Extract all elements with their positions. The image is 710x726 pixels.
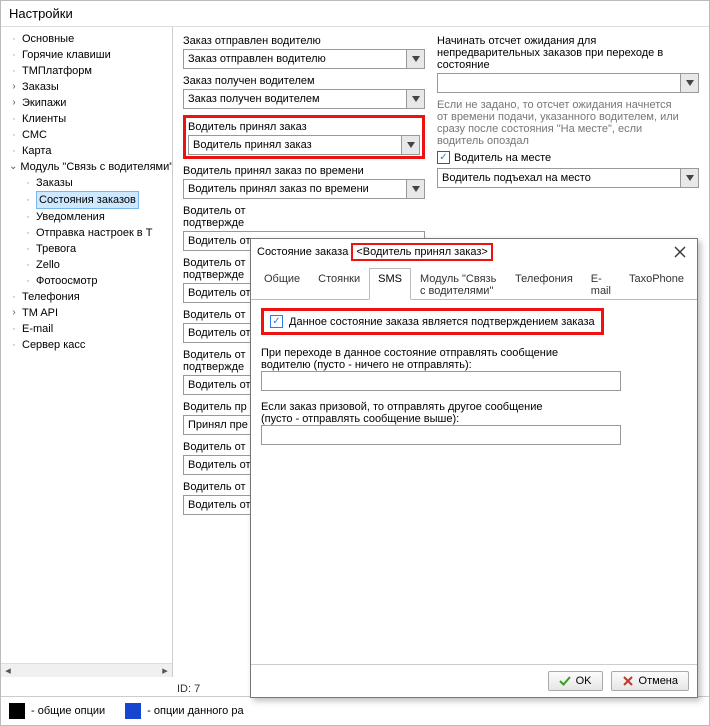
tab-telephony[interactable]: Телефония [506,268,582,300]
tree-item-selected[interactable]: Состояния заказов [36,191,139,209]
window-title: Настройки [1,1,709,27]
tree-item[interactable]: Сервер касс [22,337,85,353]
checkbox-driver-onsite[interactable]: ✓ Водитель на месте [437,151,699,164]
tree-item[interactable]: Заказы [22,79,59,95]
tree-item[interactable]: Горячие клавиши [22,47,111,63]
tab-sms[interactable]: SMS [369,268,411,300]
combo-driver-accepted[interactable]: Водитель принял заказ [188,135,420,155]
tab-email[interactable]: E-mail [582,268,620,300]
tree-item[interactable]: Zello [36,257,60,273]
field-label: Водитель отподтвержде [183,205,425,229]
cancel-icon [622,675,634,687]
field-label: Заказ отправлен водителю [183,35,425,47]
tab-taxophone[interactable]: TaxoPhone [620,268,693,300]
expand-icon[interactable]: › [9,82,19,92]
checkbox-label: Водитель на месте [454,152,551,164]
chevron-down-icon[interactable] [680,169,698,187]
highlighted-field: Водитель принял заказ Водитель принял за… [183,115,425,159]
tree-hscrollbar[interactable]: ◂ ▸ [1,663,172,677]
legend-footer: - общие опции - опции данного ра [1,696,709,725]
field-label: Заказ получен водителем [183,75,425,87]
scroll-right-icon[interactable]: ▸ [158,665,172,677]
checkbox-icon[interactable]: ✓ [437,151,450,164]
tree-item[interactable]: Уведомления [36,209,105,225]
tree-item[interactable]: Фотоосмотр [36,273,97,289]
expand-icon[interactable]: › [9,308,19,318]
close-icon [674,246,686,258]
combo-order-received[interactable]: Заказ получен водителем [183,89,425,109]
combo-driver-arrived[interactable]: Водитель подъехал на место [437,168,699,188]
sms-prize-input[interactable] [261,425,621,445]
checkbox-label: Данное состояние заказа является подтвер… [289,316,595,328]
tree-item[interactable]: Тревога [36,241,76,257]
field-label: Водитель принял заказ по времени [183,165,425,177]
settings-tree[interactable]: ·Основные ·Горячие клавиши ·ТМПлатформ ›… [1,27,173,677]
tree-item[interactable]: ТМПлатформ [22,63,92,79]
tree-item[interactable]: Экипажи [22,95,66,111]
sms-driver-input[interactable] [261,371,621,391]
tab-stops[interactable]: Стоянки [309,268,369,300]
swatch-blue-icon [125,703,141,719]
scroll-left-icon[interactable]: ◂ [1,665,15,677]
chevron-down-icon[interactable] [680,74,698,92]
dialog-tabs: Общие Стоянки SMS Модуль "Связь с водите… [251,267,697,300]
field-label: Если заказ призовой, то отправлять друго… [261,401,687,425]
expand-icon[interactable]: › [9,98,19,108]
check-icon [559,675,571,687]
legend-label: - общие опции [31,705,105,717]
field-label: Водитель принял заказ [188,121,420,133]
tree-item[interactable]: Телефония [22,289,80,305]
chevron-down-icon[interactable] [401,136,419,154]
dialog-title-prefix: Состояние заказа [257,246,351,258]
tree-item[interactable]: Клиенты [22,111,66,127]
collapse-icon[interactable]: ⌄ [9,162,17,172]
hint-text: Если не задано, то отсчет ожидания начне… [437,99,699,147]
dialog-body: ✓ Данное состояние заказа является подтв… [251,300,697,664]
close-button[interactable] [669,243,691,261]
tree-item[interactable]: Модуль "Связь с водителями" [20,159,173,175]
dialog-title-highlight: <Водитель принял заказ> [351,243,492,261]
tree-item[interactable]: TM API [22,305,58,321]
tree-item[interactable]: СМС [22,127,47,143]
tree-item[interactable]: Заказы [36,175,73,191]
cancel-button[interactable]: Отмена [611,671,689,691]
combo-wait-start-state[interactable] [437,73,699,93]
dialog-titlebar[interactable]: Состояние заказа <Водитель принял заказ> [251,239,697,265]
tab-driver-module[interactable]: Модуль "Связь с водителями" [411,268,506,300]
tree-item[interactable]: E-mail [22,321,53,337]
tree-item[interactable]: Отправка настроек в Т [36,225,152,241]
state-dialog: Состояние заказа <Водитель принял заказ>… [250,238,698,698]
field-label: Начинать отсчет ожидания для непредварит… [437,35,699,71]
ok-button[interactable]: OK [548,671,603,691]
confirm-checkbox-wrap[interactable]: ✓ Данное состояние заказа является подтв… [261,308,604,335]
chevron-down-icon[interactable] [406,90,424,108]
tree-item[interactable]: Основные [22,31,74,47]
swatch-black-icon [9,703,25,719]
combo-driver-accepted-time[interactable]: Водитель принял заказ по времени [183,179,425,199]
settings-window: Настройки ·Основные ·Горячие клавиши ·ТМ… [0,0,710,726]
combo-order-sent[interactable]: Заказ отправлен водителю [183,49,425,69]
chevron-down-icon[interactable] [406,50,424,68]
chevron-down-icon[interactable] [406,180,424,198]
dialog-footer: OK Отмена [251,664,697,697]
tab-common[interactable]: Общие [255,268,309,300]
legend-label: - опции данного ра [147,705,243,717]
tree-item[interactable]: Карта [22,143,51,159]
checkbox-icon[interactable]: ✓ [270,315,283,328]
field-label: При переходе в данное состояние отправля… [261,347,687,371]
